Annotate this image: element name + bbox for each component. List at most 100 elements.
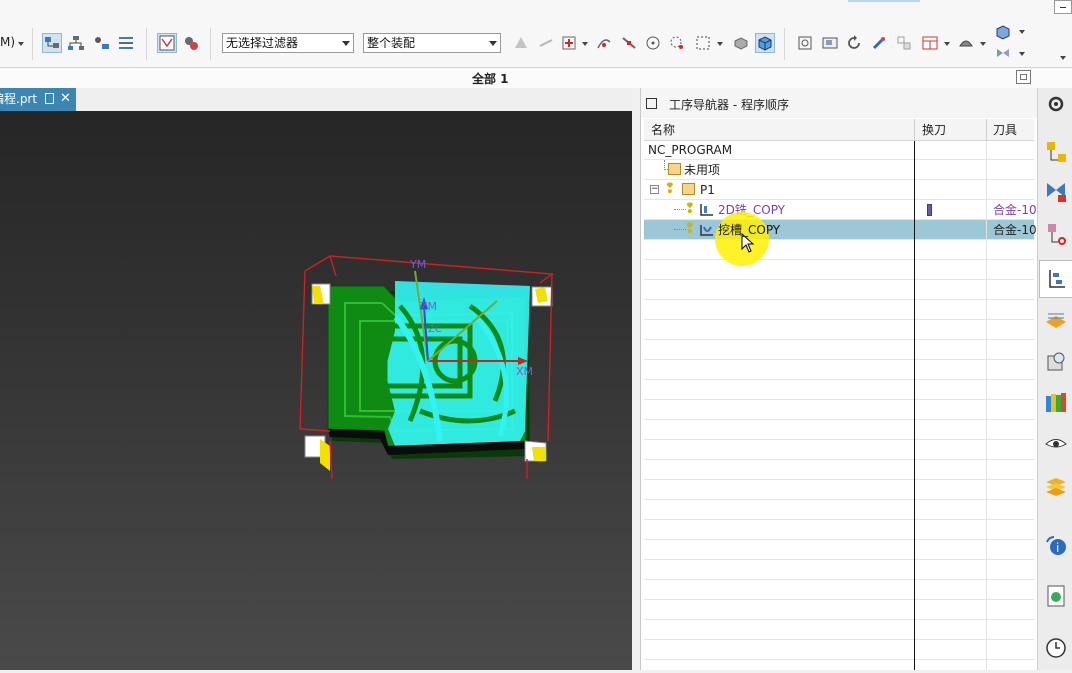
snap-icon[interactable] — [511, 33, 531, 53]
svg-text:i: i — [1056, 541, 1059, 555]
chevron-down-icon[interactable] — [1019, 52, 1025, 56]
row-tool: 合金-10 — [993, 223, 1037, 237]
box-select-icon[interactable] — [693, 33, 713, 53]
empty-row — [644, 600, 1034, 620]
component-icon[interactable] — [92, 33, 112, 53]
snap-end-icon[interactable] — [536, 33, 556, 53]
solid-shaded-icon[interactable] — [731, 33, 751, 53]
document-status-icon — [45, 93, 54, 104]
axis-label-zc: ZC — [428, 324, 442, 335]
empty-row — [644, 460, 1034, 480]
constraint-navigator-icon[interactable] — [1044, 180, 1068, 204]
table-row[interactable]: NC_PROGRAM — [644, 140, 1034, 160]
gear-icon[interactable] — [1044, 92, 1068, 116]
cube-view-icon[interactable] — [755, 33, 775, 53]
navigator-title: 工序导航器 - 程序顺序 — [669, 98, 789, 112]
operation-view-icon[interactable] — [157, 33, 177, 53]
column-divider — [914, 141, 915, 670]
eye-icon[interactable] — [1044, 432, 1068, 456]
document-tab-label: 编程.prt — [0, 92, 38, 106]
machine-view-icon[interactable] — [181, 33, 201, 53]
restore-box-icon[interactable] — [1054, 0, 1072, 14]
empty-row — [644, 340, 1034, 360]
maximize-view-icon[interactable] — [1016, 70, 1031, 84]
table-row-selected[interactable]: ❢ 挖槽_COPY 合金-10 — [644, 220, 1037, 240]
document-tab-bar: 编程.prt ✕ — [0, 88, 632, 111]
chevron-down-icon[interactable] — [717, 42, 723, 46]
column-header-tool-change[interactable]: 换刀 — [922, 120, 946, 140]
chevron-down-icon[interactable] — [980, 42, 986, 46]
box-shape-icon[interactable] — [994, 23, 1012, 41]
empty-row — [644, 240, 1034, 260]
rotate-icon[interactable] — [844, 33, 864, 53]
assembly-scope-select[interactable]: 整个装配 — [363, 33, 501, 53]
zoom-icon[interactable] — [820, 33, 840, 53]
navigator-header — [644, 119, 1034, 141]
axis-label-ym: YM — [409, 258, 426, 271]
midpoint-icon[interactable] — [619, 33, 639, 53]
column-header-name[interactable]: 名称 — [651, 120, 675, 140]
collapse-toggle-icon[interactable]: − — [650, 185, 659, 194]
selection-filter-select[interactable]: 无选择过滤器 — [222, 33, 354, 53]
reuse-library-icon[interactable] — [1044, 390, 1068, 414]
close-icon[interactable]: ✕ — [60, 88, 71, 110]
partial-menu-label[interactable]: M) — [0, 35, 15, 49]
document-tab[interactable]: 编程.prt ✕ — [0, 88, 76, 111]
empty-row — [644, 300, 1034, 320]
empty-row — [644, 540, 1034, 560]
selected-row-name: 挖槽_COPY — [718, 223, 781, 237]
render-style-icon[interactable] — [956, 33, 976, 53]
table-row[interactable]: − ❢ P1 — [644, 180, 1034, 200]
snap-point-icon[interactable] — [559, 33, 579, 53]
toolbar-overflow-icon[interactable] — [1060, 56, 1066, 60]
axis-label-xm: XM — [516, 365, 533, 378]
part-navigator-icon[interactable] — [1044, 222, 1068, 246]
chevron-down-icon[interactable] — [1019, 30, 1025, 34]
program-folder-icon — [682, 183, 695, 195]
chevron-down-icon[interactable] — [582, 42, 588, 46]
web-browser-icon[interactable] — [1044, 584, 1068, 608]
history-clock-icon[interactable] — [1044, 636, 1068, 660]
assembly-navigator-icon[interactable] — [1044, 140, 1068, 164]
select-feature-icon[interactable] — [42, 33, 62, 53]
part-model-graphic: YM ZM ZC XM — [299, 255, 554, 480]
operation-navigator-panel: 工序导航器 - 程序顺序 名称 换刀 刀具 NC_PROGRAM 未用项 − ❢… — [640, 88, 1038, 670]
status-check-icon: ❢ — [664, 181, 676, 197]
info-icon[interactable]: i — [1044, 534, 1068, 558]
quadrant-icon[interactable] — [667, 33, 687, 53]
hierarchy-icon[interactable] — [66, 33, 86, 53]
operation-navigator-tab[interactable] — [1039, 260, 1072, 298]
chevron-down-icon[interactable] — [18, 42, 24, 46]
empty-row — [644, 320, 1034, 340]
view-orient-icon[interactable] — [894, 33, 914, 53]
table-row[interactable]: 未用项 — [644, 160, 1034, 180]
empty-row — [644, 360, 1034, 380]
empty-row — [644, 400, 1034, 420]
fit-view-icon[interactable] — [795, 33, 815, 53]
empty-row — [644, 500, 1034, 520]
column-header-tool[interactable]: 刀具 — [993, 120, 1017, 140]
list-view-icon[interactable] — [116, 33, 136, 53]
empty-row — [644, 560, 1034, 580]
planar-mill-icon — [699, 203, 714, 217]
cavity-mill-icon — [699, 223, 714, 237]
tool-change-icon — [927, 204, 932, 216]
endpoint-icon[interactable] — [594, 33, 614, 53]
section-view-icon[interactable] — [994, 44, 1012, 62]
table-row[interactable]: ❢ 2D铣_COPY 合金-10 — [644, 200, 1037, 220]
pan-icon[interactable] — [869, 33, 889, 53]
empty-row — [644, 520, 1034, 540]
machining-feature-icon[interactable] — [1044, 350, 1068, 374]
graphics-viewport[interactable]: YM ZM ZC XM — [0, 111, 632, 670]
layout-icon[interactable] — [920, 33, 940, 53]
machine-tool-navigator-icon[interactable] — [1044, 308, 1068, 332]
resource-bar: i — [1037, 88, 1072, 670]
empty-row — [644, 640, 1034, 660]
empty-row — [644, 380, 1034, 400]
layers-icon[interactable] — [1044, 474, 1068, 498]
chevron-down-icon[interactable] — [944, 42, 950, 46]
center-point-icon[interactable] — [643, 33, 663, 53]
empty-row — [644, 440, 1034, 460]
empty-row — [644, 260, 1034, 280]
pin-panel-icon[interactable] — [646, 98, 657, 109]
